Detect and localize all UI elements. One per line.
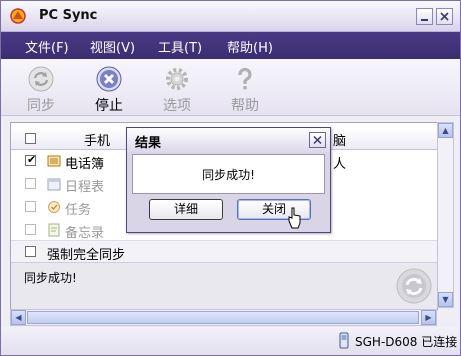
tasks-label: 任务 [65, 203, 92, 218]
menu-view[interactable]: 视图(V) [90, 37, 135, 56]
sync-large-icon [396, 268, 432, 304]
memo-checkbox[interactable] [25, 224, 36, 235]
sync-label: 同步 [27, 98, 55, 114]
dialog-title-bar: 结果 [127, 128, 330, 152]
stop-label: 停止 [95, 98, 123, 114]
force-sync-label: 强制完全同步 [47, 248, 126, 263]
window-title: PC Sync [39, 8, 98, 23]
close-window-button[interactable] [436, 8, 453, 25]
close-icon [440, 12, 449, 21]
app-logo-icon [10, 8, 26, 24]
dialog-close-x-button[interactable] [309, 132, 326, 148]
dialog-title: 结果 [135, 136, 162, 151]
scroll-down-arrow[interactable]: ▼ [438, 292, 453, 307]
row-force-sync[interactable]: 强制完全同步 [11, 240, 437, 263]
scroll-right-arrow[interactable]: ▶ [421, 310, 436, 325]
tasks-checkbox[interactable] [25, 201, 36, 212]
sync-status-area: 同步成功! [11, 262, 437, 310]
phonebook-icon [47, 155, 61, 167]
minimize-button[interactable] [416, 8, 433, 25]
phonebook-label: 电话簿 [65, 157, 105, 172]
menu-file[interactable]: 文件(F) [25, 37, 69, 56]
stop-icon [96, 66, 122, 92]
menu-tools[interactable]: 工具(T) [158, 37, 202, 56]
calendar-checkbox[interactable] [25, 178, 36, 189]
phonebook-checkbox[interactable]: ✔ [25, 153, 36, 166]
help-button[interactable]: 帮助 [220, 61, 270, 115]
scroll-left-arrow[interactable]: ◀ [11, 310, 26, 325]
vertical-scrollbar[interactable]: ▲ ▼ [437, 122, 454, 308]
scroll-up-arrow[interactable]: ▲ [438, 123, 453, 138]
horizontal-scrollbar[interactable]: ◀ ▶ [10, 309, 437, 326]
help-label: 帮助 [231, 98, 259, 114]
status-bar: SGH-D608 已连接 [1, 327, 460, 355]
tasks-icon [48, 201, 60, 213]
dialog-message-box: 同步成功! [132, 154, 325, 194]
memo-icon [48, 223, 60, 237]
force-sync-checkbox[interactable] [25, 246, 36, 257]
mouse-cursor-icon [288, 207, 301, 229]
pc-sync-window: PC Sync 文件(F) 视图(V) 工具(T) 帮助(H) 同步 停止 选项… [0, 0, 461, 356]
header-pc: 脑 [333, 134, 347, 149]
options-button[interactable]: 选项 [152, 61, 202, 115]
sync-button[interactable]: 同步 [16, 61, 66, 115]
device-status: SGH-D608 已连接 [355, 335, 458, 349]
close-icon [313, 135, 322, 145]
select-all-checkbox[interactable] [25, 133, 36, 144]
calendar-label: 日程表 [65, 180, 105, 195]
calendar-icon [47, 178, 61, 191]
title-bar: PC Sync [1, 1, 460, 32]
phonebook-pc-value: 人 [333, 157, 347, 172]
details-button[interactable]: 详细 [149, 199, 223, 220]
sync-status-text: 同步成功! [24, 271, 77, 285]
sync-icon [28, 66, 54, 92]
dialog-message: 同步成功! [202, 168, 255, 182]
horizontal-scroll-thumb[interactable] [27, 311, 419, 324]
menu-bar: 文件(F) 视图(V) 工具(T) 帮助(H) [1, 32, 460, 59]
phone-icon [339, 332, 349, 349]
memo-label: 备忘录 [65, 226, 105, 241]
toolbar: 同步 停止 选项 帮助 [1, 59, 460, 116]
stop-button[interactable]: 停止 [84, 61, 134, 115]
question-icon [238, 67, 252, 90]
gear-icon [166, 68, 188, 90]
options-label: 选项 [163, 98, 191, 114]
menu-help[interactable]: 帮助(H) [227, 37, 273, 56]
header-phone: 手机 [84, 134, 111, 149]
